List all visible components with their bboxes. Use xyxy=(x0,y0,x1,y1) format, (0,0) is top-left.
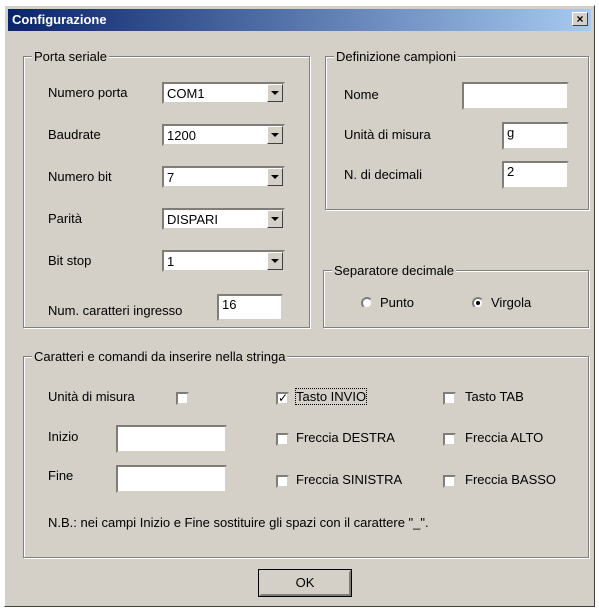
punto-label: Punto xyxy=(380,295,414,310)
numero-porta-select[interactable]: COM1 xyxy=(162,82,285,104)
separatore-decimale-legend: Separatore decimale xyxy=(332,263,456,278)
separatore-decimale-group: Separatore decimale Punto Virgola xyxy=(323,263,589,328)
unita-misura-check-label: Unità di misura xyxy=(48,389,135,404)
configurazione-dialog: Configurazione × Porta seriale Numero po… xyxy=(4,5,595,607)
baudrate-value: 1200 xyxy=(167,128,196,143)
title-bar[interactable]: Configurazione × xyxy=(8,9,591,31)
caratteri-comandi-legend: Caratteri e comandi da inserire nella st… xyxy=(32,349,288,364)
numero-porta-label: Numero porta xyxy=(48,85,128,100)
freccia-basso-checkbox[interactable] xyxy=(443,475,456,488)
fine-input[interactable] xyxy=(116,465,227,493)
numero-bit-value: 7 xyxy=(167,170,175,185)
ok-button[interactable]: OK xyxy=(258,569,352,597)
chevron-down-icon[interactable] xyxy=(267,210,283,228)
chevron-down-icon[interactable] xyxy=(267,126,283,144)
decimali-input[interactable]: 2 xyxy=(502,161,569,189)
baudrate-label: Baudrate xyxy=(48,127,101,142)
close-icon[interactable]: × xyxy=(572,12,588,26)
num-caratteri-label: Num. caratteri ingresso xyxy=(48,303,183,318)
parita-value: DISPARI xyxy=(167,212,219,227)
porta-seriale-legend: Porta seriale xyxy=(32,49,109,64)
freccia-alto-checkbox[interactable] xyxy=(443,433,456,446)
fine-label: Fine xyxy=(48,468,74,483)
nota-text: N.B.: nei campi Inizio e Fine sostituire… xyxy=(48,515,429,530)
bit-stop-select[interactable]: 1 xyxy=(162,250,285,272)
numero-bit-select[interactable]: 7 xyxy=(162,166,285,188)
tasto-tab-checkbox[interactable] xyxy=(443,392,456,405)
definizione-campioni-legend: Definizione campioni xyxy=(334,49,458,64)
numero-bit-label: Numero bit xyxy=(48,169,112,184)
nome-input[interactable] xyxy=(462,82,569,110)
inizio-label: Inizio xyxy=(48,429,79,444)
unita-misura-label: Unità di misura xyxy=(344,127,431,142)
decimali-label: N. di decimali xyxy=(344,167,423,182)
baudrate-select[interactable]: 1200 xyxy=(162,124,285,146)
tasto-tab-label: Tasto TAB xyxy=(465,389,524,404)
nome-label: Nome xyxy=(344,87,379,102)
parita-select[interactable]: DISPARI xyxy=(162,208,285,230)
virgola-label: Virgola xyxy=(491,295,532,310)
freccia-destra-label: Freccia DESTRA xyxy=(296,430,395,445)
parita-label: Parità xyxy=(48,211,82,226)
window-title: Configurazione xyxy=(12,12,107,27)
freccia-basso-label: Freccia BASSO xyxy=(465,472,557,487)
punto-radio[interactable] xyxy=(361,297,373,309)
freccia-sinistra-label: Freccia SINISTRA xyxy=(296,472,403,487)
unita-misura-input[interactable]: g xyxy=(502,122,569,150)
caratteri-comandi-group: Caratteri e comandi da inserire nella st… xyxy=(23,349,589,558)
numero-porta-value: COM1 xyxy=(167,86,205,101)
chevron-down-icon[interactable] xyxy=(267,252,283,270)
virgola-radio[interactable] xyxy=(472,297,484,309)
freccia-destra-checkbox[interactable] xyxy=(276,433,289,446)
porta-seriale-group: Porta seriale Numero porta COM1 Baudrate… xyxy=(23,49,310,328)
freccia-alto-label: Freccia ALTO xyxy=(465,430,544,445)
bit-stop-value: 1 xyxy=(167,254,175,269)
freccia-sinistra-checkbox[interactable] xyxy=(276,475,289,488)
num-caratteri-input[interactable]: 16 xyxy=(217,294,283,321)
chevron-down-icon[interactable] xyxy=(267,84,283,102)
inizio-input[interactable] xyxy=(116,425,227,453)
tasto-invio-label: Tasto INVIO xyxy=(294,388,368,405)
tasto-invio-checkbox[interactable]: ✓ xyxy=(276,392,289,405)
unita-misura-checkbox[interactable] xyxy=(176,392,189,405)
bit-stop-label: Bit stop xyxy=(48,253,92,268)
chevron-down-icon[interactable] xyxy=(267,168,283,186)
definizione-campioni-group: Definizione campioni Nome Unità di misur… xyxy=(325,49,589,210)
